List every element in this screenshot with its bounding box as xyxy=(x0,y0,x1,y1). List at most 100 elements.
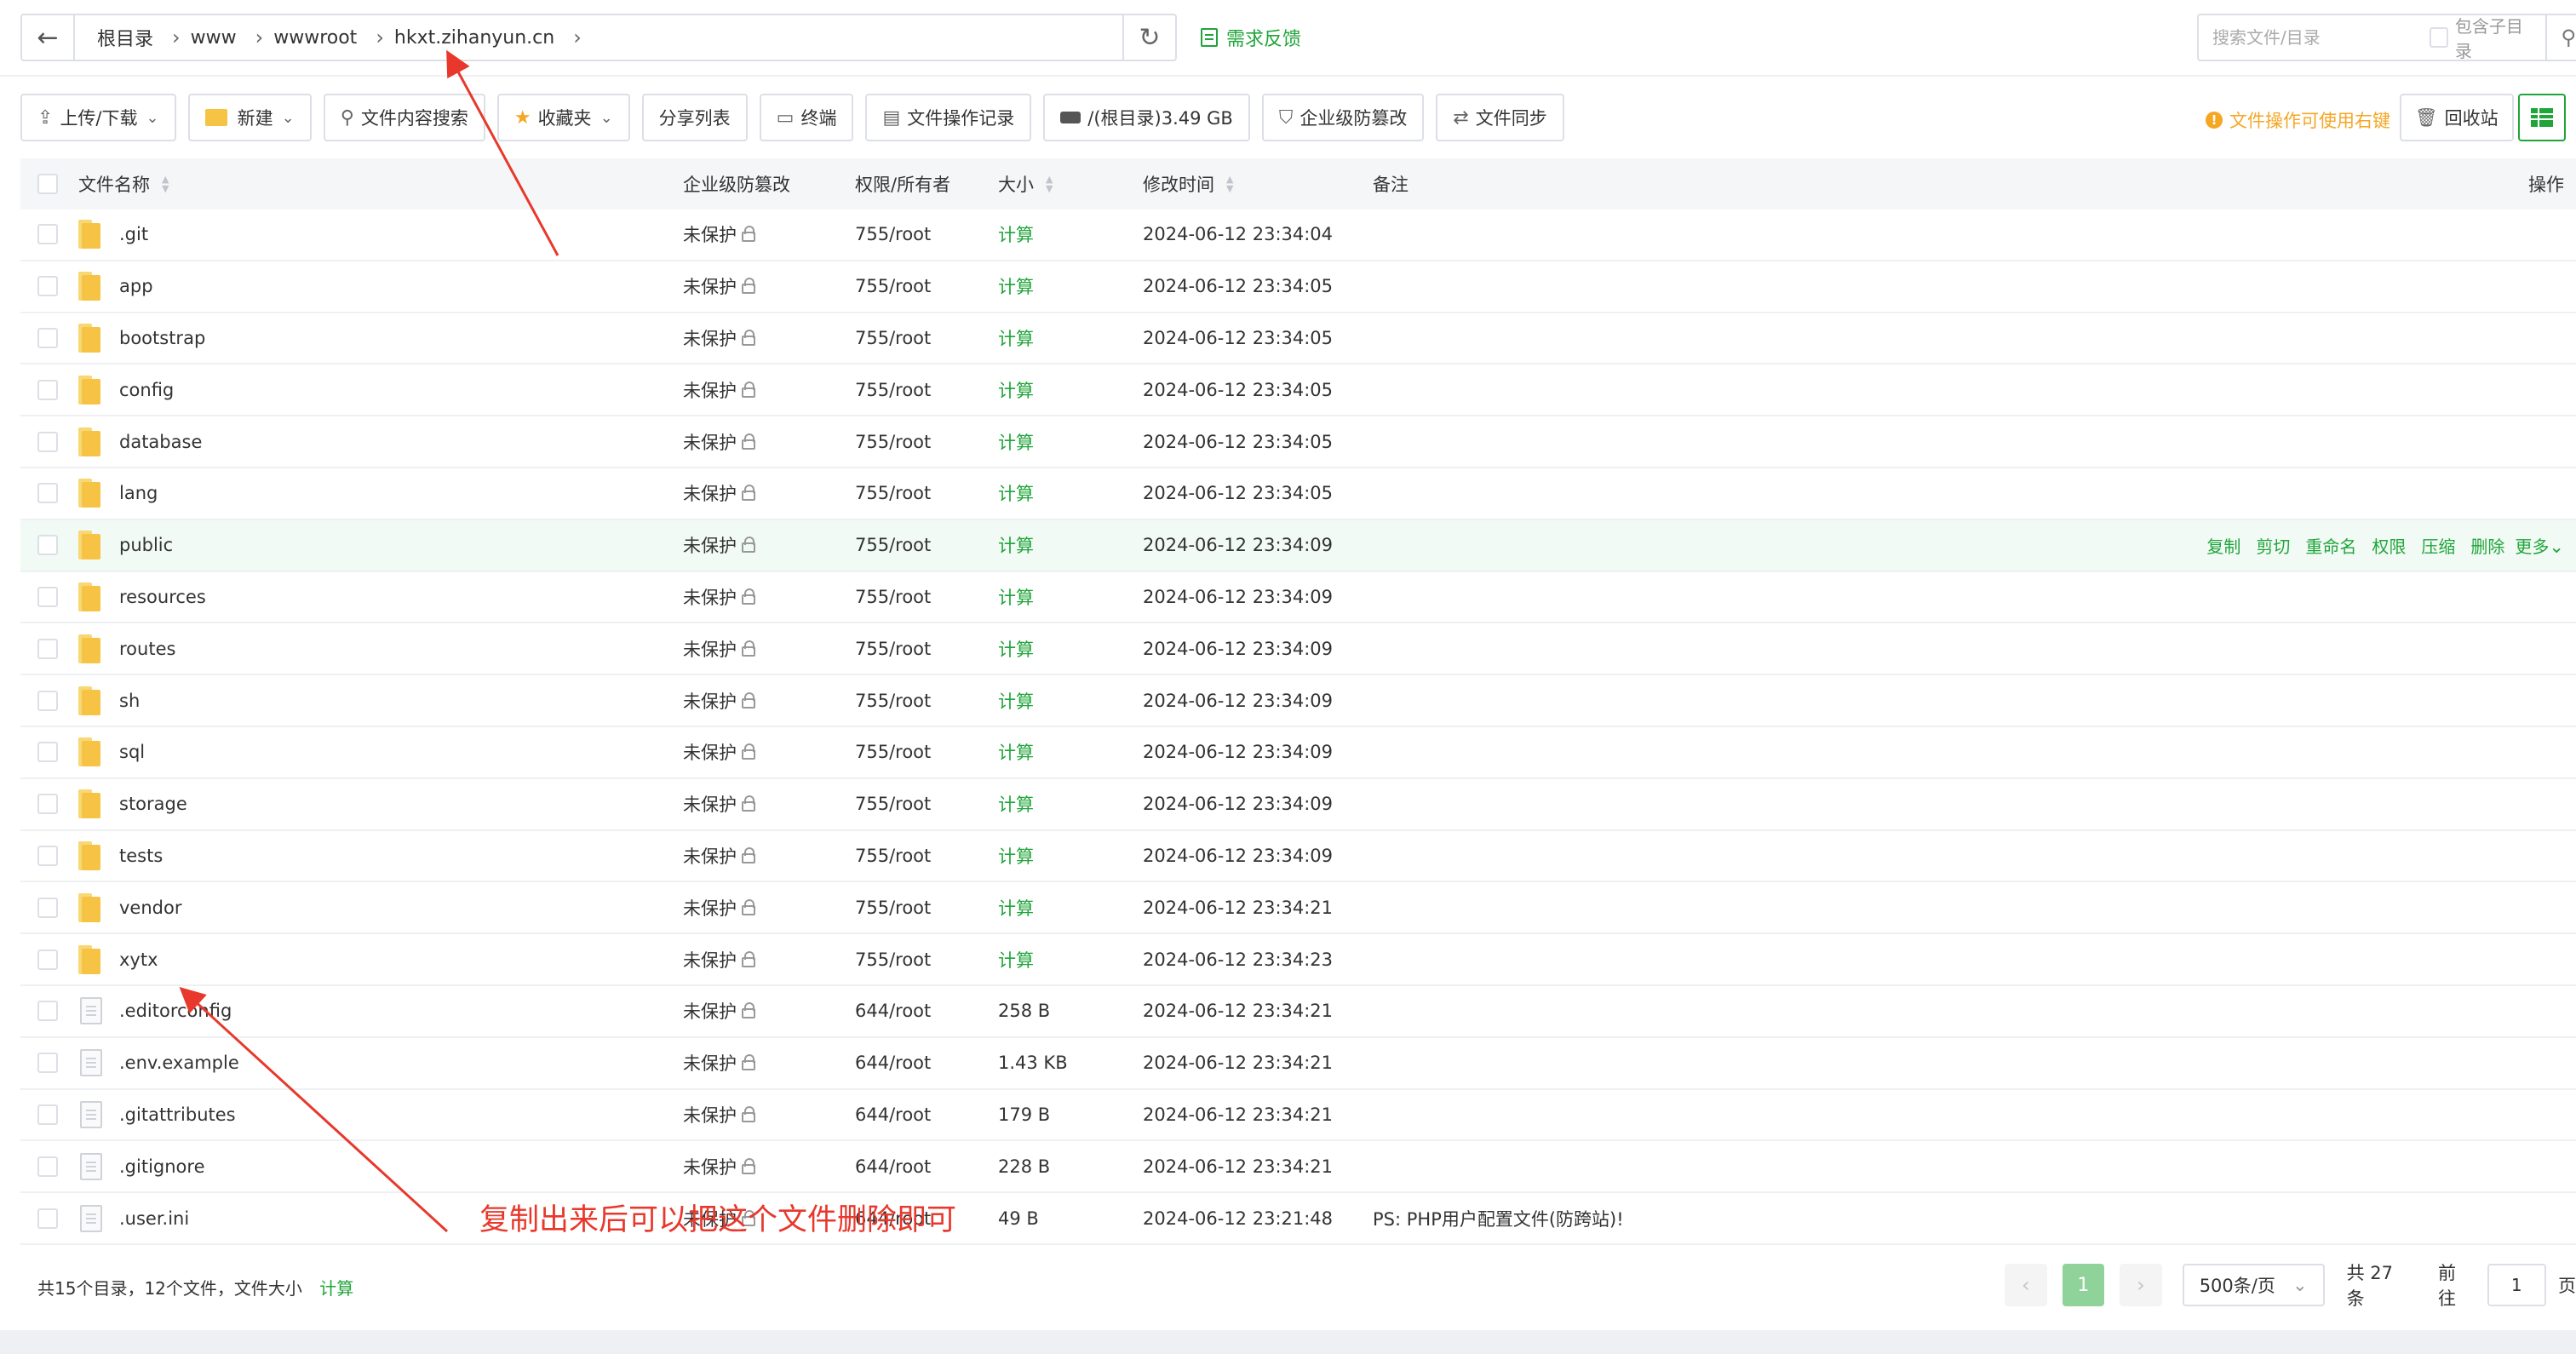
search-button[interactable]: ⚲ xyxy=(2544,15,2576,60)
file-name[interactable]: .gitattributes xyxy=(119,1104,236,1125)
feedback-link[interactable]: 需求反馈 xyxy=(1201,24,1301,51)
file-name-cell[interactable]: routes xyxy=(78,634,175,663)
file-name[interactable]: app xyxy=(119,276,153,296)
protect-status[interactable]: 未保护 xyxy=(683,1102,755,1127)
permission-owner[interactable]: 755/root xyxy=(855,224,931,244)
row-action-link[interactable]: 压缩 xyxy=(2421,536,2455,557)
permission-owner[interactable]: 755/root xyxy=(855,794,931,814)
page-current[interactable]: 1 xyxy=(2062,1264,2105,1306)
table-row[interactable]: .editorconfig 未保护 644/root 258 B 2024-06-12 … xyxy=(20,986,2576,1038)
disk-button[interactable]: /(根目录)3.49 GB xyxy=(1043,94,1250,141)
table-row[interactable]: config 未保护 755/root 计算 2024-06-12 23:34:05 xyxy=(20,364,2576,417)
table-row[interactable]: bootstrap 未保护 755/root 计算 2024-06-12 23:34:0… xyxy=(20,313,2576,365)
goto-page-input[interactable]: 1 xyxy=(2487,1264,2546,1306)
file-size[interactable]: 计算 xyxy=(998,221,1034,247)
row-checkbox[interactable] xyxy=(37,224,58,245)
file-name-cell[interactable]: resources xyxy=(78,582,206,611)
row-checkbox[interactable] xyxy=(37,586,58,607)
file-size[interactable]: 计算 xyxy=(998,584,1034,610)
file-name-cell[interactable]: .git xyxy=(78,220,148,250)
file-size[interactable]: 计算 xyxy=(998,532,1034,558)
protect-status[interactable]: 未保护 xyxy=(683,791,755,817)
protect-status[interactable]: 未保护 xyxy=(683,843,755,869)
file-size[interactable]: 计算 xyxy=(998,273,1034,299)
row-checkbox[interactable] xyxy=(37,638,58,659)
row-checkbox[interactable] xyxy=(37,327,58,348)
row-checkbox[interactable] xyxy=(37,949,58,970)
file-name[interactable]: bootstrap xyxy=(119,328,205,348)
row-checkbox[interactable] xyxy=(37,1053,58,1074)
permission-owner[interactable]: 755/root xyxy=(855,587,931,607)
file-name[interactable]: config xyxy=(119,380,174,400)
row-action-link[interactable]: 删除 xyxy=(2470,536,2504,557)
protect-status[interactable]: 未保护 xyxy=(683,273,755,299)
prev-page-button[interactable]: ‹ xyxy=(2005,1264,2047,1306)
protect-status[interactable]: 未保护 xyxy=(683,1154,755,1179)
file-size[interactable]: 计算 xyxy=(998,429,1034,455)
protect-status[interactable]: 未保护 xyxy=(683,221,755,247)
file-name-cell[interactable]: config xyxy=(78,375,174,404)
table-row[interactable]: .user.ini 未保护 644/root 49 B 2024-06-12 23:21… xyxy=(20,1193,2576,1245)
file-name[interactable]: lang xyxy=(119,483,158,503)
file-size[interactable]: 计算 xyxy=(998,480,1034,506)
permission-owner[interactable]: 755/root xyxy=(855,432,931,452)
file-name-cell[interactable]: sh xyxy=(78,686,140,715)
file-name[interactable]: routes xyxy=(119,639,175,659)
row-checkbox[interactable] xyxy=(37,535,58,556)
file-name-cell[interactable]: .env.example xyxy=(78,1049,239,1077)
row-checkbox[interactable] xyxy=(37,897,58,918)
breadcrumb-item[interactable]: wwwroot xyxy=(263,27,376,49)
share-list-button[interactable]: 分享列表 xyxy=(641,94,748,141)
op-log-button[interactable]: ▤ 文件操作记录 xyxy=(865,94,1032,141)
refresh-button[interactable]: ↻ xyxy=(1122,15,1175,60)
permission-owner[interactable]: 644/root xyxy=(855,1156,931,1177)
file-name-cell[interactable]: storage xyxy=(78,789,187,819)
file-size[interactable]: 计算 xyxy=(998,325,1034,351)
permission-owner[interactable]: 755/root xyxy=(855,898,931,918)
file-size[interactable]: 计算 xyxy=(998,791,1034,817)
protect-status[interactable]: 未保护 xyxy=(683,636,755,662)
table-row[interactable]: public 未保护 755/root 计算 2024-06-12 23:34:09 复制… xyxy=(20,519,2576,572)
row-action-link[interactable]: 重命名 xyxy=(2305,536,2356,557)
row-checkbox[interactable] xyxy=(37,483,58,504)
list-view-toggle[interactable] xyxy=(2518,94,2566,141)
next-page-button[interactable]: › xyxy=(2120,1264,2162,1306)
file-name-cell[interactable]: database xyxy=(78,427,202,456)
row-checkbox[interactable] xyxy=(37,1001,58,1022)
permission-owner[interactable]: 755/root xyxy=(855,742,931,762)
row-checkbox[interactable] xyxy=(37,1208,58,1229)
row-action-link[interactable]: 更多 xyxy=(2515,536,2549,557)
file-name-cell[interactable]: .gitignore xyxy=(78,1152,205,1180)
permission-owner[interactable]: 755/root xyxy=(855,846,931,866)
table-row[interactable]: routes 未保护 755/root 计算 2024-06-12 23:34:09 xyxy=(20,623,2576,676)
row-action-link[interactable]: 剪切 xyxy=(2256,536,2290,557)
file-size[interactable]: 计算 xyxy=(998,636,1034,662)
file-name-cell[interactable]: .editorconfig xyxy=(78,997,232,1025)
protect-status[interactable]: 未保护 xyxy=(683,325,755,351)
table-row[interactable]: .git 未保护 755/root 计算 2024-06-12 23:34:04 xyxy=(20,209,2576,261)
favorites-button[interactable]: ★ 收藏夹 ⌄ xyxy=(496,94,630,141)
table-row[interactable]: .gitignore 未保护 644/root 228 B 2024-06-12 23:… xyxy=(20,1141,2576,1194)
row-checkbox[interactable] xyxy=(37,845,58,866)
permission-owner[interactable]: 755/root xyxy=(855,691,931,711)
permission-owner[interactable]: 755/root xyxy=(855,328,931,348)
table-row[interactable]: app 未保护 755/root 计算 2024-06-12 23:34:05 xyxy=(20,261,2576,313)
row-checkbox[interactable] xyxy=(37,379,58,400)
row-checkbox[interactable] xyxy=(37,1156,58,1177)
content-search-button[interactable]: ⚲ 文件内容搜索 xyxy=(323,94,485,141)
row-checkbox[interactable] xyxy=(37,690,58,711)
file-name-cell[interactable]: .gitattributes xyxy=(78,1100,236,1128)
tamper-button[interactable]: ⛉ 企业级防篡改 xyxy=(1261,94,1425,141)
permission-owner[interactable]: 755/root xyxy=(855,276,931,296)
permission-owner[interactable]: 644/root xyxy=(855,1001,931,1021)
row-checkbox[interactable] xyxy=(37,1104,58,1125)
protect-status[interactable]: 未保护 xyxy=(683,947,755,972)
row-checkbox[interactable] xyxy=(37,431,58,452)
file-size[interactable]: 计算 xyxy=(998,688,1034,714)
file-name-cell[interactable]: xytx xyxy=(78,944,158,974)
file-name-cell[interactable]: bootstrap xyxy=(78,323,205,353)
table-row[interactable]: tests 未保护 755/root 计算 2024-06-12 23:34:09 xyxy=(20,831,2576,883)
file-name-cell[interactable]: sql xyxy=(78,737,145,767)
terminal-button[interactable]: ▭ 终端 xyxy=(759,94,854,141)
file-name[interactable]: .gitignore xyxy=(119,1156,205,1177)
